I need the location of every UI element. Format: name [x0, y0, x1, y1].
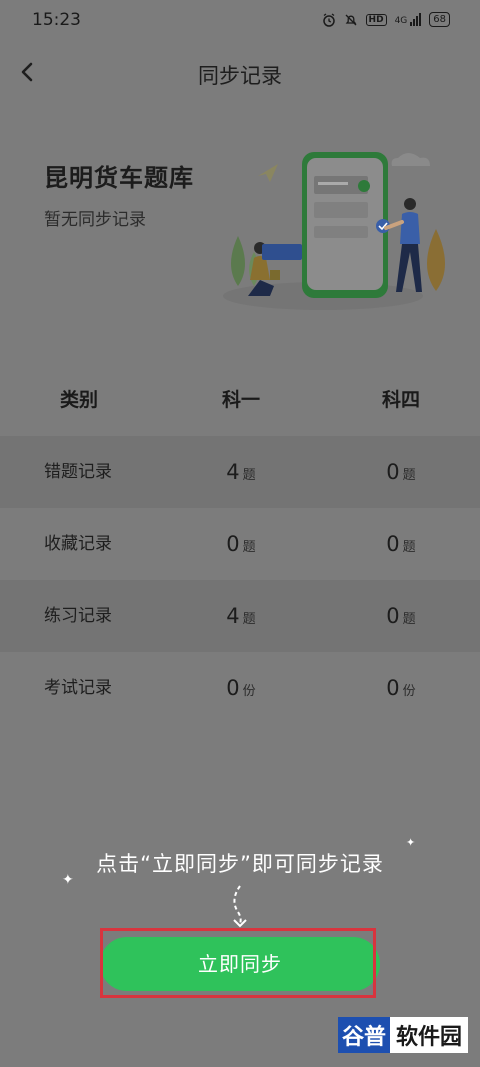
status-bar: 15:23 HD 4G 68: [0, 0, 480, 42]
table-row-exams: 考试记录 0份 0份: [0, 652, 480, 724]
subject-one-value: 4题: [226, 604, 256, 628]
sparkle-icon: ✦: [62, 872, 74, 888]
battery-icon: 68: [429, 12, 450, 27]
subject-four-value: 0题: [386, 604, 416, 628]
header-subject-one: 科一: [221, 389, 260, 411]
row-label: 收藏记录: [44, 534, 112, 554]
page-title: 同步记录: [198, 64, 282, 88]
subject-four-value: 0题: [386, 532, 416, 556]
watermark-part-one: 谷普: [337, 1017, 390, 1053]
subject-four-value: 0份: [386, 676, 416, 700]
subject-one-value: 0份: [226, 676, 256, 700]
sync-illustration: [223, 152, 445, 310]
row-label: 考试记录: [44, 678, 112, 698]
row-label: 错题记录: [44, 462, 112, 482]
status-icons: HD 4G 68: [322, 12, 450, 27]
subject-one-value: 4题: [226, 460, 256, 484]
status-time: 15:23: [32, 10, 81, 30]
table-header: 类别 科一 科四: [0, 364, 480, 436]
table-row-wrong-questions: 错题记录 4题 0题: [0, 436, 480, 508]
header-subject-four: 科四: [381, 389, 420, 411]
hd-badge: HD: [365, 13, 387, 26]
sparkle-icon: ✦: [406, 836, 416, 849]
subject-one-value: 0题: [226, 532, 256, 556]
dashed-arrow-icon: [233, 885, 247, 928]
signal-icon: 4G: [395, 13, 422, 26]
watermark-logo: 谷普 软件园: [337, 1016, 468, 1054]
subject-four-value: 0题: [386, 460, 416, 484]
battery-level: 68: [433, 14, 446, 25]
row-label: 练习记录: [44, 606, 112, 626]
highlight-frame: [100, 928, 376, 998]
question-bank-title: 昆明货车题库: [44, 164, 194, 192]
mute-bell-icon: [345, 14, 357, 25]
header-category: 类别: [60, 389, 99, 411]
table-row-favorites: 收藏记录 0题 0题: [0, 508, 480, 580]
watermark-part-two: 软件园: [389, 1017, 468, 1053]
nav-bar: 同步记录: [0, 42, 480, 104]
alarm-icon: [322, 12, 335, 27]
table-row-practice: 练习记录 4题 0题: [0, 580, 480, 652]
network-type-label: 4G: [394, 16, 408, 26]
sync-record-table: 类别 科一 科四 错题记录 4题 0题 收藏记录 0题 0题 练习记录 4题 0…: [0, 364, 480, 724]
sync-status-text: 暂无同步记录: [44, 210, 146, 230]
